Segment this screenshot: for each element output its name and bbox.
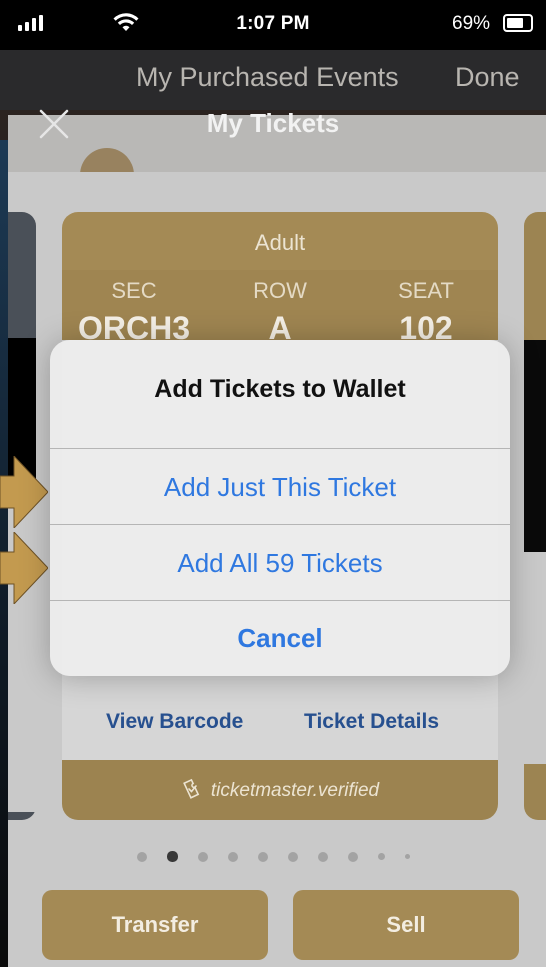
row-label: ROW — [253, 278, 307, 303]
sell-button[interactable]: Sell — [293, 890, 519, 960]
add-to-wallet-alert: Add Tickets to Wallet Add Just This Tick… — [50, 340, 510, 676]
ticket-type: Adult — [254, 230, 306, 255]
page-dot — [287, 851, 298, 862]
verified-suffix: .verified — [312, 780, 380, 801]
arrow-pointer-icon — [0, 456, 48, 528]
page-dot-active — [166, 851, 178, 863]
alert-title: Add Tickets to Wallet — [154, 375, 406, 403]
page-dot — [197, 851, 208, 862]
verified-brand: ticketmaster — [210, 780, 313, 801]
page-dot — [257, 851, 268, 862]
done-button[interactable]: Done — [455, 62, 520, 93]
battery-percent: 69% — [452, 13, 491, 34]
ticket-details-link[interactable]: Ticket Details — [304, 710, 439, 734]
page-indicator[interactable] — [0, 848, 546, 866]
view-barcode-link[interactable]: View Barcode — [106, 710, 243, 734]
ticket-actions: View Barcode Ticket Details — [62, 690, 498, 760]
page-dot — [347, 851, 358, 862]
status-bar: 1:07 PM 69% — [0, 0, 546, 50]
page-dot — [404, 854, 410, 860]
seat-label: SEAT — [398, 278, 454, 303]
verified-badge: ticketmaster.verified — [62, 776, 498, 802]
sheet-title: My Tickets — [206, 108, 340, 138]
cancel-button[interactable]: Cancel — [50, 601, 510, 675]
add-all-tickets-button[interactable]: Add All 59 Tickets — [50, 526, 510, 600]
ticket-footer: ticketmaster.verified — [62, 760, 498, 820]
page-dot — [377, 853, 385, 861]
ticketmaster-verified-icon — [182, 778, 200, 799]
arrow-pointer-icon — [0, 532, 48, 604]
nav-title: My Purchased Events — [136, 62, 399, 92]
transfer-button[interactable]: Transfer — [42, 890, 268, 960]
divider — [50, 448, 510, 449]
page-dot — [136, 851, 147, 862]
section-label: SEC — [111, 278, 157, 303]
page-dot — [227, 851, 238, 862]
divider — [50, 524, 510, 525]
battery-icon — [503, 14, 533, 32]
add-just-this-ticket-button[interactable]: Add Just This Ticket — [50, 450, 510, 524]
page-dot — [317, 851, 328, 862]
next-ticket-card[interactable] — [524, 212, 546, 820]
